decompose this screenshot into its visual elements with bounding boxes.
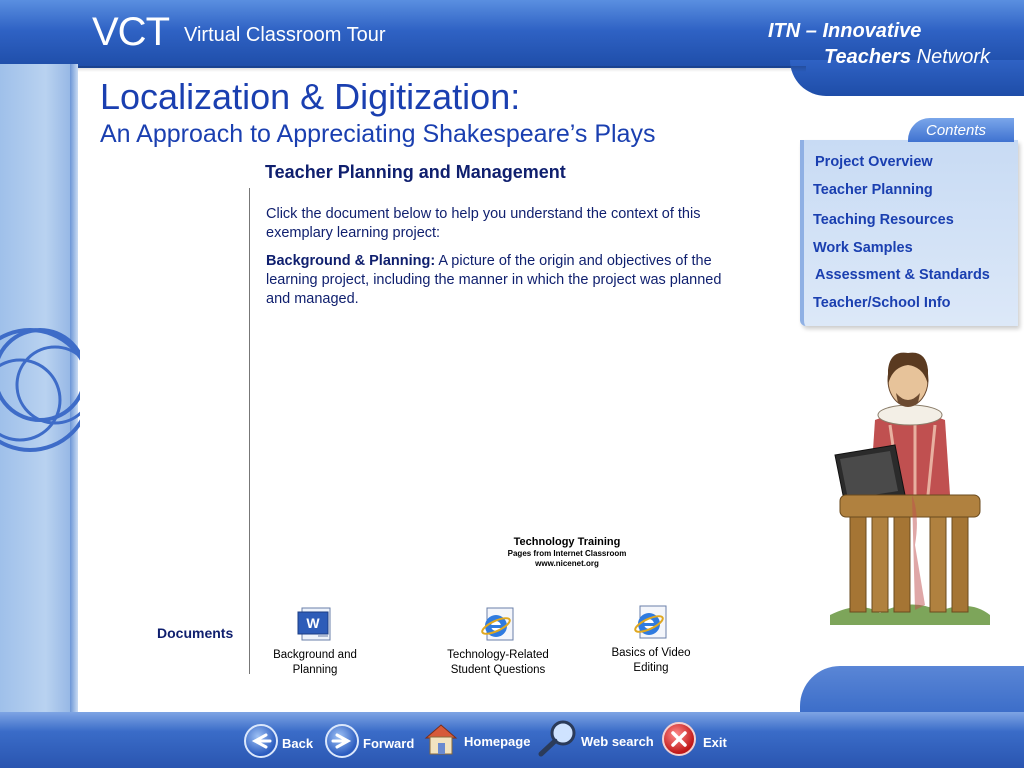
- svg-text:W: W: [306, 615, 320, 631]
- web-search-button[interactable]: Web search: [581, 734, 654, 749]
- nav-teacher-school-info[interactable]: Teacher/School Info: [813, 295, 951, 311]
- internet-explorer-icon: [481, 607, 514, 641]
- homepage-button[interactable]: Homepage: [464, 734, 530, 749]
- forward-arrow-icon[interactable]: [325, 724, 359, 758]
- internet-explorer-icon: [634, 605, 667, 639]
- document-tech-questions[interactable]: Technology-Related Student Questions: [438, 606, 558, 678]
- document-label: Background and Planning: [273, 649, 357, 676]
- forward-arrow-glyph: [331, 733, 352, 749]
- shakespeare-illustration: [830, 352, 990, 625]
- page-subtitle: An Approach to Appreciating Shakespeare’…: [100, 120, 656, 148]
- intro-text: Click the document below to help you und…: [266, 205, 736, 318]
- itn-title-line2: Teachers Network: [824, 46, 990, 69]
- close-glyph: [671, 731, 687, 747]
- background-label: Background & Planning:: [266, 253, 436, 269]
- nav-work-samples[interactable]: Work Samples: [813, 240, 913, 256]
- background-paragraph: Background & Planning: A picture of the …: [266, 252, 736, 309]
- exit-button[interactable]: Exit: [703, 735, 727, 750]
- magnifier-icon[interactable]: [535, 718, 579, 758]
- document-background-planning[interactable]: W Background and Planning: [255, 606, 375, 678]
- itn-title-line1: ITN – Innovative: [768, 20, 922, 42]
- back-button[interactable]: Back: [282, 736, 313, 751]
- forward-button[interactable]: Forward: [363, 736, 414, 751]
- documents-label: Documents: [157, 625, 234, 641]
- ring-decoration: [0, 328, 80, 452]
- tech-training-line1: Pages from Internet Classroom: [507, 549, 627, 558]
- home-icon[interactable]: [422, 720, 460, 758]
- close-icon[interactable]: [662, 722, 696, 756]
- intro-paragraph: Click the document below to help you und…: [266, 206, 701, 241]
- back-arrow-glyph: [251, 733, 272, 749]
- section-heading: Teacher Planning and Management: [265, 162, 566, 182]
- itn-teachers: Teachers: [824, 46, 912, 68]
- footer-decoration: [800, 666, 1024, 716]
- itn-network: Network: [916, 46, 991, 68]
- word-document-icon: W: [297, 607, 331, 641]
- nav-project-overview[interactable]: Project Overview: [815, 154, 933, 170]
- nav-teaching-resources[interactable]: Teaching Resources: [813, 212, 954, 228]
- tech-training-title: Technology Training: [513, 536, 621, 548]
- tech-training-line2: www.nicenet.org: [535, 559, 599, 568]
- back-arrow-icon[interactable]: [244, 724, 278, 758]
- contents-label: Contents: [926, 122, 987, 139]
- vertical-divider: [249, 188, 250, 674]
- vct-logo: VCT: [92, 10, 170, 54]
- nav-assessment-standards[interactable]: Assessment & Standards: [815, 267, 990, 283]
- vct-subtitle: Virtual Classroom Tour: [184, 24, 386, 46]
- page-title: Localization & Digitization:: [100, 76, 521, 117]
- nav-teacher-planning[interactable]: Teacher Planning: [813, 182, 933, 198]
- document-video-editing[interactable]: Basics of Video Editing: [596, 604, 706, 676]
- document-label: Basics of Video Editing: [611, 647, 691, 674]
- document-label: Technology-Related Student Questions: [447, 649, 549, 676]
- header-shadow: [76, 66, 806, 72]
